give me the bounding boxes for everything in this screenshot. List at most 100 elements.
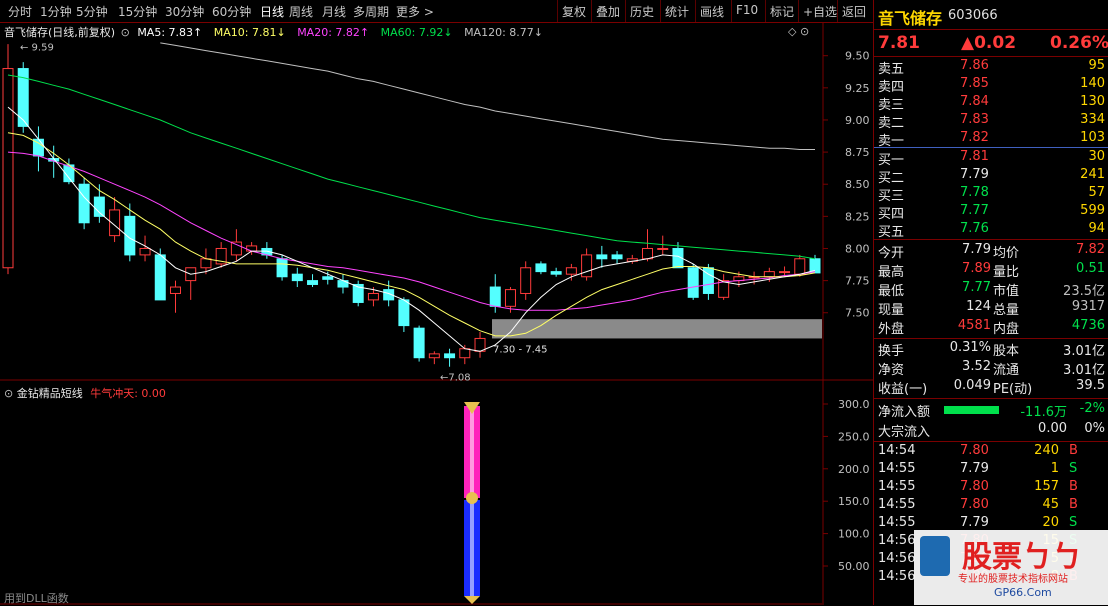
panel-divider [874, 239, 1108, 240]
range-label: 7.30 - 7.45 [493, 344, 548, 355]
period-tab-10[interactable]: 更多 > [396, 3, 434, 20]
price-tick-label: 7.75 [845, 275, 870, 288]
period-tab-0[interactable]: 分时 [8, 3, 32, 20]
watermark-subtitle: 专业的股票技术指标网站 [958, 574, 1068, 585]
sub-axis-label: 200.0 [838, 463, 870, 476]
finance-row: 收益(一) 0.049 PE(动) 39.5 [874, 378, 1108, 397]
support-band [492, 319, 822, 339]
period-tab-5[interactable]: 60分钟 [212, 3, 251, 20]
stock-code: 603066 [948, 8, 998, 23]
flow-row: 净流入额 -11.6万 -2% [874, 401, 1108, 420]
bid-price: 7.77 [960, 203, 989, 218]
tick-volume: 157 [1034, 479, 1059, 494]
period-tab-7[interactable]: 周线 [289, 3, 313, 20]
finance-value: 3.01亿 [1063, 363, 1105, 378]
candle-body [687, 267, 699, 298]
tick-volume: 45 [1042, 497, 1059, 512]
period-toolbar: 分时 1分钟 5分钟 15分钟 30分钟 60分钟 日线 周线 月线 多周期 更多 > 复权 叠加 历史统… [0, 0, 873, 23]
toolbar-button-0[interactable]: 复权 [562, 3, 586, 20]
stat-value: 4581 [957, 318, 991, 333]
toolbar-button-6[interactable]: 标记 [770, 3, 794, 20]
period-tab-6[interactable]: 日线 [260, 3, 284, 20]
period-tab-3[interactable]: 15分钟 [118, 3, 157, 20]
ask-volume: 140 [1080, 76, 1105, 91]
toolbar-button-2[interactable]: 历史 [630, 3, 654, 20]
price-tick-label: 9.00 [845, 114, 870, 127]
period-tab-2[interactable]: 5分钟 [76, 3, 108, 20]
finance-value: 0.31% [949, 340, 991, 355]
toolbar-button-7[interactable]: +自选 [803, 3, 837, 20]
indicator-bar-highlight [470, 500, 474, 596]
tick-side: B [1069, 497, 1078, 512]
watermark-url: GP66.Com [994, 586, 1052, 599]
sub-axis-label: 300.0 [838, 398, 870, 411]
ask-label: 卖四 [878, 80, 905, 95]
candle-body [779, 271, 791, 274]
panel-divider [874, 338, 1108, 339]
tick-time: 14:55 [878, 461, 916, 476]
tick-row: 14:55 7.80 45 B [874, 497, 1108, 515]
flow-row: 大宗流入 0.00 0% [874, 421, 1108, 440]
sub-axis-label: 150.0 [838, 495, 870, 508]
candle-body [154, 254, 166, 301]
ask-row[interactable]: 卖二 7.83 334 [874, 112, 1108, 131]
ask-row[interactable]: 卖四 7.85 140 [874, 76, 1108, 95]
candle-body [398, 299, 410, 327]
finance-label: 收益(一) [878, 382, 928, 397]
stat-value: 9317 [1071, 299, 1105, 314]
watermark-logo-icon [920, 536, 950, 576]
bid-price: 7.78 [960, 185, 989, 200]
bid-row[interactable]: 买二 7.79 241 [874, 167, 1108, 186]
period-tab-8[interactable]: 月线 [322, 3, 346, 20]
stat-row: 现量 124 总量 9317 [874, 299, 1108, 318]
bid-label: 买二 [878, 171, 905, 186]
finance-label: 流通 [993, 363, 1020, 378]
ma10-legend: MA10: 7.81↓ [213, 26, 286, 39]
bid-row[interactable]: 买一 7.81 30 [874, 149, 1108, 168]
stat-label: 量比 [993, 265, 1020, 280]
sub-axis-label: 100.0 [838, 528, 870, 541]
tick-side: B [1069, 443, 1078, 458]
finance-label: 股本 [993, 344, 1020, 359]
finance-value: 0.049 [953, 378, 991, 393]
period-tab-4[interactable]: 30分钟 [165, 3, 204, 20]
bid-row[interactable]: 买五 7.76 94 [874, 221, 1108, 240]
ask-row[interactable]: 卖五 7.86 95 [874, 58, 1108, 77]
candle-body [444, 353, 456, 359]
toolbar-button-5[interactable]: F10 [736, 3, 758, 17]
ask-label: 卖三 [878, 98, 905, 113]
candle-body [581, 254, 593, 278]
kline-chart[interactable]: 9.50 9.25 9.00 8.75 8.50 8.25 8.00 7.75 7.50 ← 9.… [0, 22, 873, 605]
stat-row: 今开 7.79 均价 7.82 [874, 242, 1108, 261]
toolbar-separator [765, 0, 766, 22]
price-tick-label: 9.25 [845, 82, 870, 95]
ask-price: 7.82 [960, 130, 989, 145]
ask-label: 卖二 [878, 116, 905, 131]
price-change-pct: 0.26% [1050, 33, 1108, 53]
bid-volume: 30 [1088, 149, 1105, 164]
stat-label: 内盘 [993, 322, 1020, 337]
toolbar-button-8[interactable]: 返回 [842, 3, 866, 20]
legend-settings-icon[interactable]: ⊙ [121, 26, 130, 39]
ask-row[interactable]: 卖三 7.84 130 [874, 94, 1108, 113]
chart-corner-icons[interactable]: ◇ ⊙ [788, 25, 809, 38]
toolbar-button-3[interactable]: 统计 [665, 3, 689, 20]
stat-label: 现量 [878, 303, 905, 318]
period-tab-1[interactable]: 1分钟 [40, 3, 72, 20]
bid-label: 买五 [878, 225, 905, 240]
finance-row: 净资 3.52 流通 3.01亿 [874, 359, 1108, 378]
candle-body [322, 276, 334, 280]
period-tab-9[interactable]: 多周期 [353, 3, 389, 20]
low-price-label: ←7.08 [440, 373, 471, 384]
ask-row[interactable]: 卖一 7.82 103 [874, 130, 1108, 149]
candle-body [718, 280, 730, 298]
bid-row[interactable]: 买四 7.77 599 [874, 203, 1108, 222]
sub-legend-settings-icon[interactable]: ⊙ [4, 387, 13, 400]
toolbar-separator [731, 0, 732, 22]
candle-body [459, 348, 471, 359]
tick-price: 7.79 [960, 461, 989, 476]
toolbar-separator [557, 0, 558, 22]
bid-row[interactable]: 买三 7.78 57 [874, 185, 1108, 204]
toolbar-button-1[interactable]: 叠加 [596, 3, 620, 20]
toolbar-button-4[interactable]: 画线 [700, 3, 724, 20]
